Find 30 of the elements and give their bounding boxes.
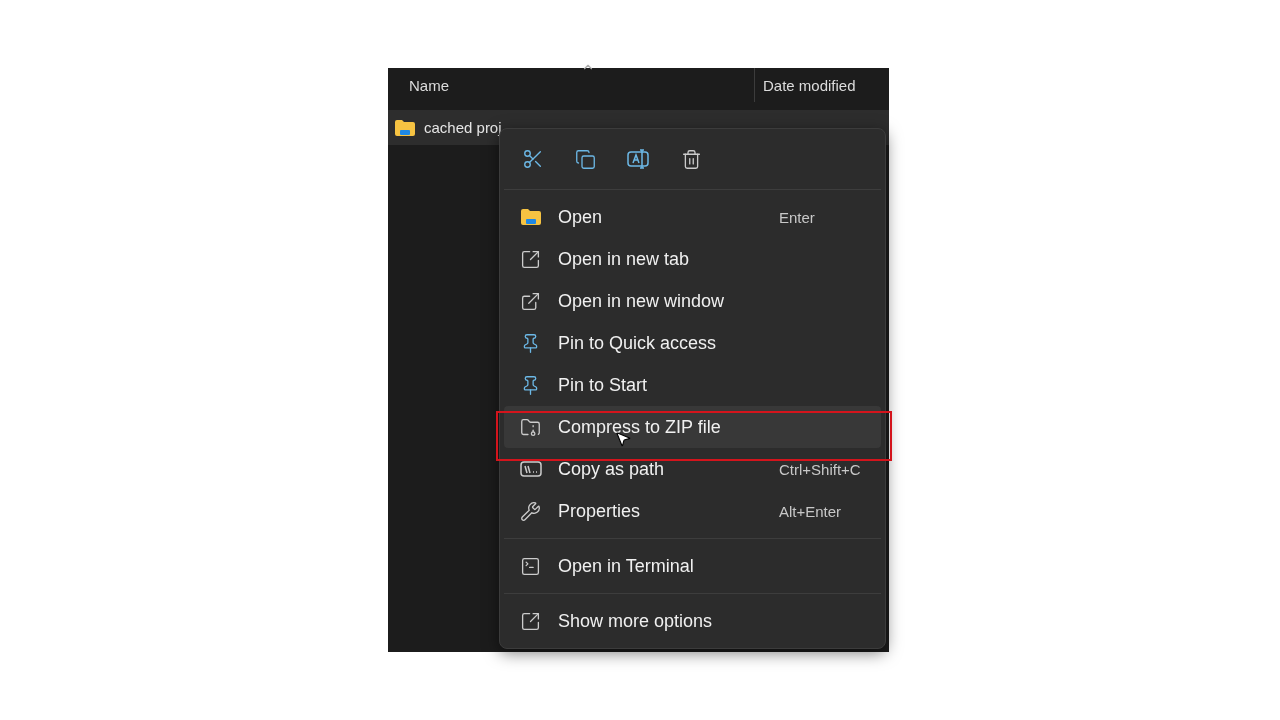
shortcut-label: Alt+Enter — [779, 502, 843, 520]
folder-icon — [520, 208, 542, 226]
delete-button[interactable] — [680, 147, 703, 171]
column-header[interactable]: Name — [388, 68, 754, 102]
menu-item[interactable]: Copy as path Ctrl+Shift+C — [504, 448, 881, 490]
menu-item[interactable]: Pin to Start — [504, 364, 881, 406]
file-name: cached proj — [424, 119, 502, 136]
rename-button[interactable] — [627, 147, 650, 171]
menu-item[interactable]: Open in new window — [504, 280, 881, 322]
new-tab-icon — [520, 248, 541, 270]
shortcut-label: Ctrl+Shift+C — [779, 460, 862, 478]
menu-item[interactable]: Properties Alt+Enter — [504, 490, 881, 532]
rename-icon — [627, 149, 650, 169]
menu-item[interactable]: Compress to ZIP file — [504, 406, 881, 448]
menu-item[interactable]: Open in Terminal — [504, 545, 881, 587]
terminal-icon — [520, 555, 541, 577]
menu-item[interactable]: Open Enter — [504, 196, 881, 238]
new-window-icon — [520, 290, 541, 312]
share-icon — [520, 610, 541, 632]
wrench-icon — [520, 500, 541, 522]
menu-item[interactable]: Show more options — [504, 600, 881, 642]
path-icon — [520, 460, 542, 478]
shortcut-label: Enter — [779, 208, 816, 226]
zip-folder-icon — [520, 416, 541, 438]
folder-icon — [394, 118, 416, 137]
column-header[interactable]: Date modified — [754, 68, 856, 102]
copy-button[interactable] — [574, 147, 597, 171]
cut-button[interactable] — [521, 147, 544, 171]
menu-item[interactable]: Open in new tab — [504, 238, 881, 280]
menu-item[interactable]: Pin to Quick access — [504, 322, 881, 364]
